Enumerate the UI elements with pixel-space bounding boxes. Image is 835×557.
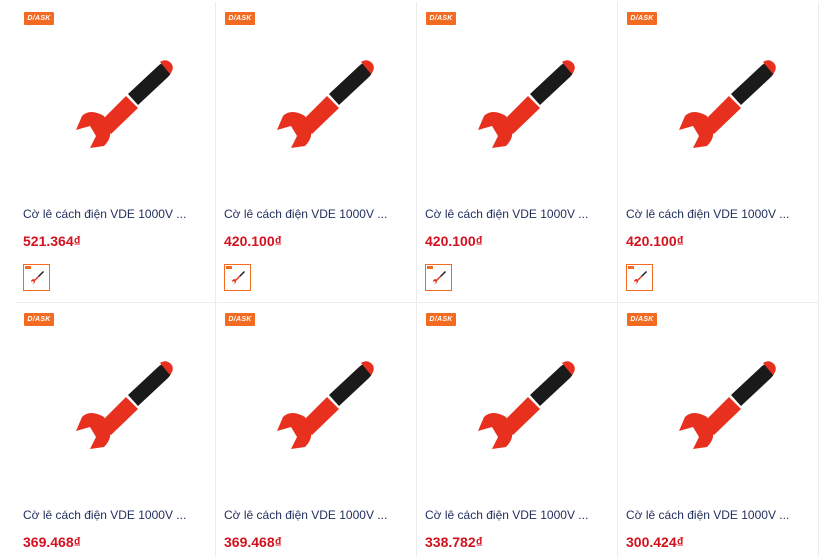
product-card[interactable]: D/ASK Cờ lê cách điện VDE 1000V ... 420.… [217, 2, 417, 303]
wrench-icon [634, 271, 647, 284]
wrench-icon [433, 271, 446, 284]
product-name[interactable]: Cờ lê cách điện VDE 1000V ... [23, 206, 213, 222]
variant-thumbnail[interactable] [23, 264, 50, 291]
product-name[interactable]: Cờ lê cách điện VDE 1000V ... [23, 507, 213, 523]
product-price: 420.100₫ [224, 233, 282, 249]
product-price: 521.364₫ [23, 233, 81, 249]
product-price: 420.100₫ [626, 233, 684, 249]
product-grid: D/ASK Cờ lê cách điện VDE 1000V ... 521.… [0, 0, 835, 557]
product-name[interactable]: Cờ lê cách điện VDE 1000V ... [224, 206, 414, 222]
brand-logo: D/ASK [24, 313, 54, 326]
brand-logo: D/ASK [426, 12, 456, 25]
product-name[interactable]: Cờ lê cách điện VDE 1000V ... [626, 206, 816, 222]
wrench-image[interactable] [458, 50, 578, 160]
product-name[interactable]: Cờ lê cách điện VDE 1000V ... [224, 507, 414, 523]
brand-logo: D/ASK [225, 313, 255, 326]
variant-thumbnail[interactable] [224, 264, 251, 291]
brand-logo: D/ASK [24, 12, 54, 25]
product-card[interactable]: D/ASK Cờ lê cách điện VDE 1000V ... 420.… [418, 2, 618, 303]
brand-logo: D/ASK [627, 12, 657, 25]
product-price: 338.782₫ [425, 534, 483, 550]
product-name[interactable]: Cờ lê cách điện VDE 1000V ... [626, 507, 816, 523]
wrench-image[interactable] [257, 351, 377, 461]
wrench-image[interactable] [659, 50, 779, 160]
product-card[interactable]: D/ASK Cờ lê cách điện VDE 1000V ... 300.… [619, 303, 819, 557]
wrench-image[interactable] [257, 50, 377, 160]
product-card[interactable]: D/ASK Cờ lê cách điện VDE 1000V ... 338.… [418, 303, 618, 557]
wrench-image[interactable] [56, 50, 176, 160]
variant-thumbnail[interactable] [425, 264, 452, 291]
product-card[interactable]: D/ASK Cờ lê cách điện VDE 1000V ... 420.… [619, 2, 819, 303]
product-card[interactable]: D/ASK Cờ lê cách điện VDE 1000V ... 369.… [16, 303, 216, 557]
wrench-icon [31, 271, 44, 284]
wrench-image[interactable] [659, 351, 779, 461]
product-price: 420.100₫ [425, 233, 483, 249]
product-price: 300.424₫ [626, 534, 684, 550]
product-card[interactable]: D/ASK Cờ lê cách điện VDE 1000V ... 369.… [217, 303, 417, 557]
product-price: 369.468₫ [23, 534, 81, 550]
wrench-icon [232, 271, 245, 284]
brand-logo: D/ASK [627, 313, 657, 326]
wrench-image[interactable] [56, 351, 176, 461]
product-name[interactable]: Cờ lê cách điện VDE 1000V ... [425, 206, 615, 222]
brand-logo: D/ASK [426, 313, 456, 326]
variant-thumbnail[interactable] [626, 264, 653, 291]
brand-logo: D/ASK [225, 12, 255, 25]
product-name[interactable]: Cờ lê cách điện VDE 1000V ... [425, 507, 615, 523]
product-price: 369.468₫ [224, 534, 282, 550]
wrench-image[interactable] [458, 351, 578, 461]
product-card[interactable]: D/ASK Cờ lê cách điện VDE 1000V ... 521.… [16, 2, 216, 303]
